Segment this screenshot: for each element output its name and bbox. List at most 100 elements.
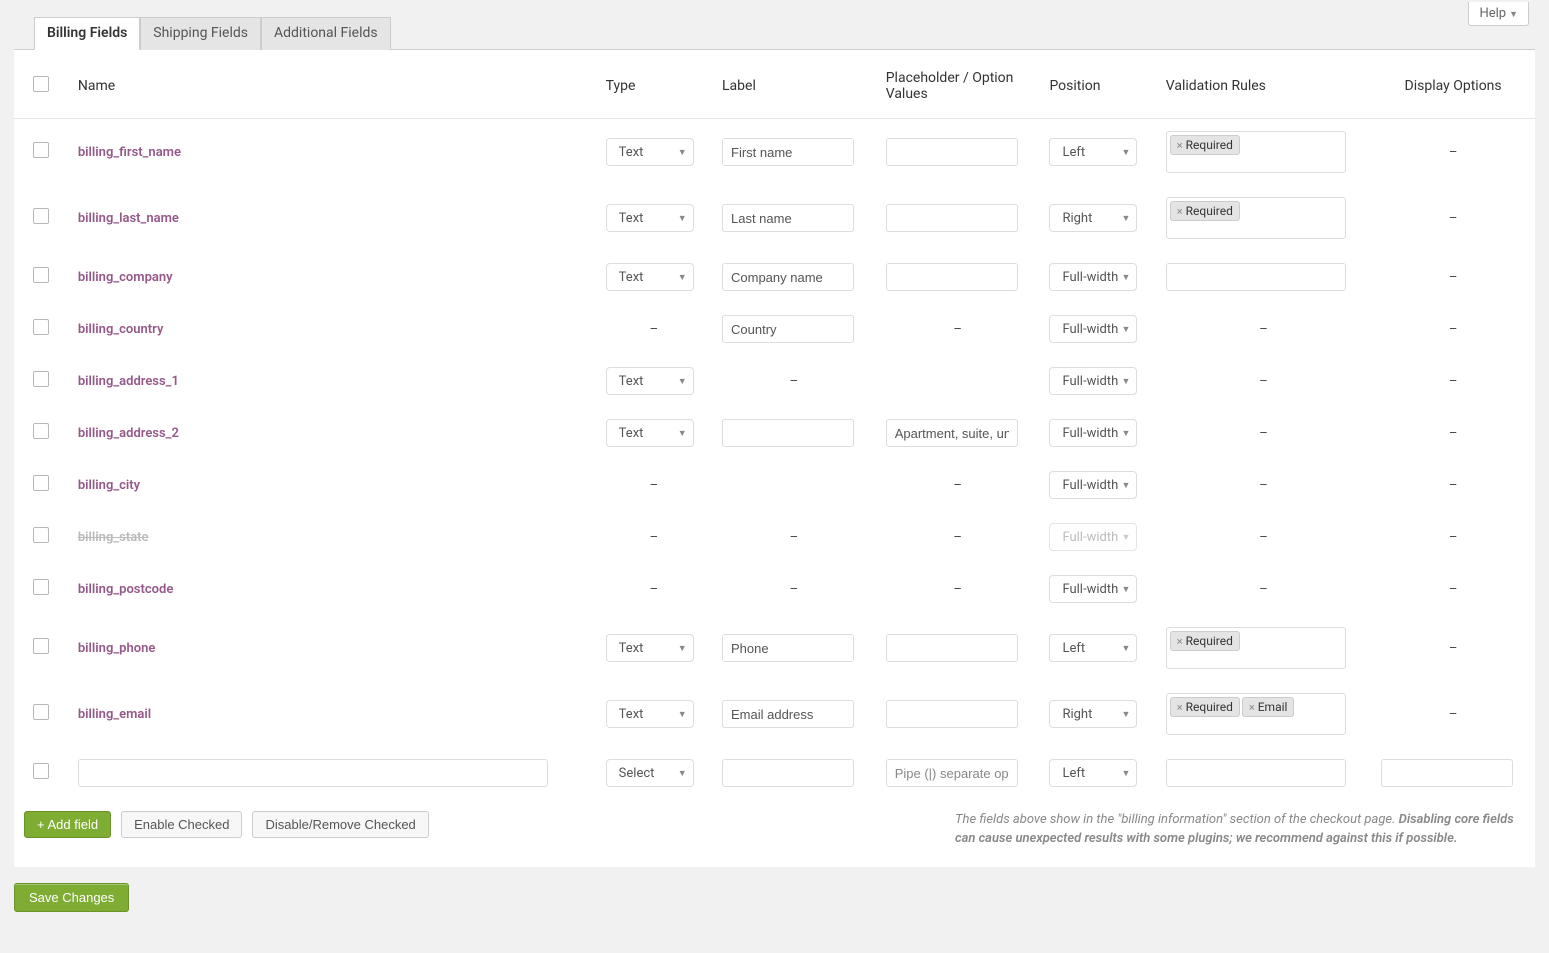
validation-chip-email[interactable]: ×Email bbox=[1242, 697, 1295, 717]
validation-box[interactable]: ×Required bbox=[1166, 131, 1346, 173]
text-input[interactable] bbox=[886, 263, 1018, 291]
header-display: Display Options bbox=[1371, 50, 1535, 119]
validation-chip-required[interactable]: ×Required bbox=[1170, 631, 1240, 651]
enable-checked-button[interactable]: Enable Checked bbox=[121, 811, 242, 838]
text-input[interactable] bbox=[886, 419, 1018, 447]
text-input[interactable] bbox=[722, 204, 854, 232]
note-text: The fields above show in the "billing in… bbox=[955, 811, 1525, 849]
field-name-link[interactable]: billing_city bbox=[78, 478, 140, 493]
dropdown[interactable]: Full-width▼ bbox=[1049, 575, 1137, 603]
help-tab[interactable]: Help▼ bbox=[1468, 2, 1529, 26]
help-label: Help bbox=[1479, 6, 1506, 21]
field-name-link[interactable]: billing_country bbox=[78, 322, 164, 337]
text-input[interactable] bbox=[722, 315, 854, 343]
table-row: billing_companyText▼Full-width▼– bbox=[14, 251, 1535, 303]
row-checkbox[interactable] bbox=[33, 319, 49, 335]
chevron-down-icon: ▼ bbox=[1122, 709, 1131, 720]
table-row: billing_phoneText▼Left▼×Required– bbox=[14, 615, 1535, 681]
field-name-link[interactable]: billing_email bbox=[78, 707, 151, 722]
dropdown[interactable]: Left▼ bbox=[1049, 759, 1137, 787]
text-input[interactable] bbox=[886, 759, 1018, 787]
field-name-link[interactable]: billing_last_name bbox=[78, 211, 179, 226]
dropdown[interactable]: Left▼ bbox=[1049, 138, 1137, 166]
text-input[interactable] bbox=[886, 138, 1018, 166]
chevron-down-icon: ▼ bbox=[1122, 213, 1131, 224]
text-input[interactable] bbox=[722, 419, 854, 447]
chevron-down-icon: ▼ bbox=[678, 643, 687, 654]
header-type: Type bbox=[596, 50, 712, 119]
select-all-checkbox[interactable] bbox=[33, 76, 49, 92]
save-changes-button[interactable]: Save Changes bbox=[14, 883, 129, 912]
row-checkbox[interactable] bbox=[33, 423, 49, 439]
dropdown[interactable]: Full-width▼ bbox=[1049, 471, 1137, 499]
text-input[interactable] bbox=[722, 700, 854, 728]
tab-billing-fields[interactable]: Billing Fields bbox=[34, 17, 140, 50]
row-checkbox[interactable] bbox=[33, 371, 49, 387]
dropdown[interactable]: Full-width▼ bbox=[1049, 315, 1137, 343]
validation-box[interactable]: ×Required bbox=[1166, 197, 1346, 239]
row-checkbox[interactable] bbox=[33, 704, 49, 720]
text-input[interactable] bbox=[886, 634, 1018, 662]
tab-additional-fields[interactable]: Additional Fields bbox=[261, 17, 391, 50]
field-name-link[interactable]: billing_phone bbox=[78, 641, 155, 656]
text-input[interactable] bbox=[722, 263, 854, 291]
dropdown[interactable]: Full-width▼ bbox=[1049, 419, 1137, 447]
dropdown[interactable]: Select▼ bbox=[606, 759, 694, 787]
validation-box[interactable]: ×Required bbox=[1166, 627, 1346, 669]
row-checkbox[interactable] bbox=[33, 208, 49, 224]
chevron-down-icon: ▼ bbox=[678, 428, 687, 439]
dropdown[interactable]: Right▼ bbox=[1049, 700, 1137, 728]
chevron-down-icon: ▼ bbox=[678, 709, 687, 720]
tab-shipping-fields[interactable]: Shipping Fields bbox=[140, 17, 261, 50]
display-options-box[interactable] bbox=[1381, 759, 1513, 787]
header-placeholder: Placeholder / Option Values bbox=[876, 50, 1040, 119]
field-name-link[interactable]: billing_first_name bbox=[78, 145, 181, 160]
dropdown[interactable]: Text▼ bbox=[606, 419, 694, 447]
chevron-down-icon: ▼ bbox=[1122, 532, 1131, 543]
dropdown[interactable]: Text▼ bbox=[606, 634, 694, 662]
chevron-down-icon: ▼ bbox=[678, 768, 687, 779]
text-input[interactable] bbox=[886, 204, 1018, 232]
add-field-button[interactable]: + Add field bbox=[24, 811, 111, 838]
row-checkbox[interactable] bbox=[33, 638, 49, 654]
field-name-link[interactable]: billing_address_2 bbox=[78, 426, 179, 441]
table-row: billing_last_nameText▼Right▼×Required– bbox=[14, 185, 1535, 251]
row-checkbox[interactable] bbox=[33, 142, 49, 158]
dropdown[interactable]: Text▼ bbox=[606, 700, 694, 728]
validation-chip-required[interactable]: ×Required bbox=[1170, 697, 1240, 717]
chevron-down-icon: ▼ bbox=[1122, 643, 1131, 654]
field-name-link[interactable]: billing_postcode bbox=[78, 582, 173, 597]
row-checkbox[interactable] bbox=[33, 579, 49, 595]
dropdown[interactable]: Text▼ bbox=[606, 138, 694, 166]
table-row: billing_country––Full-width▼–– bbox=[14, 303, 1535, 355]
row-checkbox[interactable] bbox=[33, 527, 49, 543]
header-label: Label bbox=[712, 50, 876, 119]
validation-box[interactable]: ×Required×Email bbox=[1166, 693, 1346, 735]
remove-icon: × bbox=[1177, 701, 1183, 714]
remove-icon: × bbox=[1177, 205, 1183, 218]
dropdown[interactable]: Text▼ bbox=[606, 367, 694, 395]
text-input[interactable] bbox=[78, 759, 548, 787]
dropdown[interactable]: Text▼ bbox=[606, 263, 694, 291]
dropdown[interactable]: Left▼ bbox=[1049, 634, 1137, 662]
text-input[interactable] bbox=[886, 700, 1018, 728]
row-checkbox[interactable] bbox=[33, 763, 49, 779]
validation-box[interactable] bbox=[1166, 759, 1346, 787]
field-name-link[interactable]: billing_address_1 bbox=[78, 374, 179, 389]
dropdown[interactable]: Full-width▼ bbox=[1049, 263, 1137, 291]
dropdown[interactable]: Text▼ bbox=[606, 204, 694, 232]
text-input[interactable] bbox=[722, 634, 854, 662]
text-input[interactable] bbox=[722, 138, 854, 166]
field-name-link[interactable]: billing_company bbox=[78, 270, 173, 285]
validation-chip-required[interactable]: ×Required bbox=[1170, 201, 1240, 221]
row-checkbox[interactable] bbox=[33, 475, 49, 491]
dropdown[interactable]: Right▼ bbox=[1049, 204, 1137, 232]
disable-checked-button[interactable]: Disable/Remove Checked bbox=[252, 811, 428, 838]
row-checkbox[interactable] bbox=[33, 267, 49, 283]
dropdown[interactable]: Full-width▼ bbox=[1049, 367, 1137, 395]
chevron-down-icon: ▼ bbox=[1122, 147, 1131, 158]
text-input[interactable] bbox=[722, 759, 854, 787]
table-row: billing_postcode–––Full-width▼–– bbox=[14, 563, 1535, 615]
validation-chip-required[interactable]: ×Required bbox=[1170, 135, 1240, 155]
validation-box[interactable] bbox=[1166, 263, 1346, 291]
